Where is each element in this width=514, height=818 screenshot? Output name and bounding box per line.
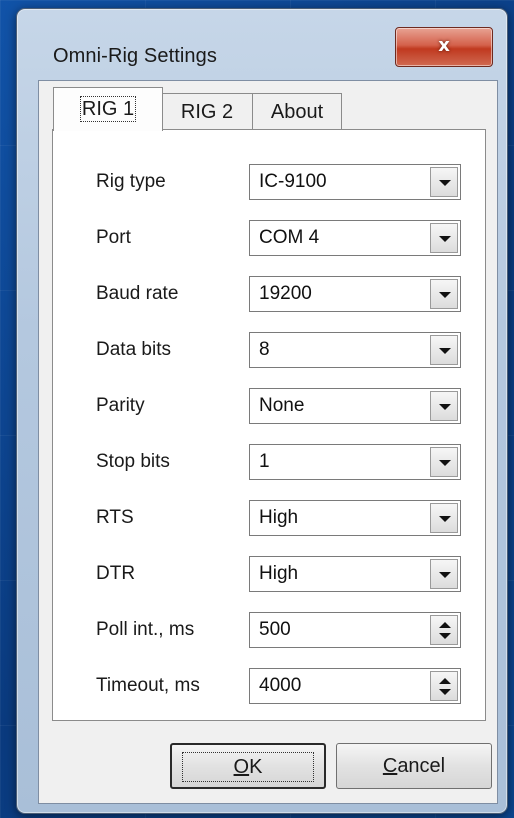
stop-bits-dropdown[interactable]: 1 xyxy=(249,444,461,480)
data-bits-dropdown[interactable]: 8 xyxy=(249,332,461,368)
chevron-down-icon[interactable] xyxy=(430,223,458,253)
rig-type-value: IC-9100 xyxy=(259,171,327,192)
spinner-arrows-icon[interactable] xyxy=(430,671,458,701)
tab-rig-2[interactable]: RIG 2 xyxy=(161,93,253,129)
rig-type-dropdown[interactable]: IC-9100 xyxy=(249,164,461,200)
chevron-down-icon[interactable] xyxy=(430,335,458,365)
timeout-row: Timeout, ms 4000 xyxy=(53,668,487,708)
rts-label: RTS xyxy=(96,507,134,528)
poll-interval-row: Poll int., ms 500 xyxy=(53,612,487,652)
dtr-row: DTR High xyxy=(53,556,487,596)
stop-bits-label: Stop bits xyxy=(96,451,170,472)
parity-label: Parity xyxy=(96,395,145,416)
data-bits-row: Data bits 8 xyxy=(53,332,487,372)
stop-bits-row: Stop bits 1 xyxy=(53,444,487,484)
dialog-client-area: RIG 1 RIG 2 About Rig type IC-9100 Port … xyxy=(38,80,498,804)
rts-row: RTS High xyxy=(53,500,487,540)
chevron-down-icon[interactable] xyxy=(430,503,458,533)
port-dropdown[interactable]: COM 4 xyxy=(249,220,461,256)
parity-row: Parity None xyxy=(53,388,487,428)
dtr-value: High xyxy=(259,563,299,584)
ok-button-label: OK xyxy=(181,752,315,782)
data-bits-value: 8 xyxy=(259,339,270,360)
cancel-button-label: Cancel xyxy=(382,755,446,777)
poll-interval-label: Poll int., ms xyxy=(96,619,195,640)
window-title: Omni-Rig Settings xyxy=(53,45,217,67)
timeout-value[interactable]: 4000 xyxy=(259,675,301,697)
baud-rate-row: Baud rate 19200 xyxy=(53,276,487,316)
tab-about[interactable]: About xyxy=(252,93,342,129)
chevron-down-icon[interactable] xyxy=(430,559,458,589)
dtr-dropdown[interactable]: High xyxy=(249,556,461,592)
ok-button[interactable]: OK xyxy=(170,743,326,789)
settings-dialog: Omni-Rig Settings x RIG 1 RIG 2 About Ri… xyxy=(16,8,508,814)
poll-interval-spinner[interactable]: 500 xyxy=(249,612,461,648)
chevron-down-icon[interactable] xyxy=(430,167,458,197)
chevron-down-icon[interactable] xyxy=(430,391,458,421)
parity-dropdown[interactable]: None xyxy=(249,388,461,424)
tab-rig-1-label: RIG 1 xyxy=(79,96,137,122)
tab-rig-1[interactable]: RIG 1 xyxy=(53,87,163,131)
poll-interval-value[interactable]: 500 xyxy=(259,619,291,641)
chevron-down-icon[interactable] xyxy=(430,447,458,477)
data-bits-label: Data bits xyxy=(96,339,171,360)
timeout-label: Timeout, ms xyxy=(96,675,200,696)
close-button[interactable]: x xyxy=(395,27,493,67)
cancel-button[interactable]: Cancel xyxy=(336,743,492,789)
baud-rate-dropdown[interactable]: 19200 xyxy=(249,276,461,312)
rts-dropdown[interactable]: High xyxy=(249,500,461,536)
stop-bits-value: 1 xyxy=(259,451,270,472)
rts-value: High xyxy=(259,507,299,528)
rig-type-label: Rig type xyxy=(96,171,166,192)
port-label: Port xyxy=(96,227,131,248)
port-row: Port COM 4 xyxy=(53,220,487,260)
dtr-label: DTR xyxy=(96,563,136,584)
chevron-down-icon[interactable] xyxy=(430,279,458,309)
timeout-spinner[interactable]: 4000 xyxy=(249,668,461,704)
close-icon: x xyxy=(438,35,450,56)
spinner-arrows-icon[interactable] xyxy=(430,615,458,645)
baud-rate-label: Baud rate xyxy=(96,283,179,304)
rig-type-row: Rig type IC-9100 xyxy=(53,164,487,204)
rig-1-settings-panel: Rig type IC-9100 Port COM 4 Baud rate 19… xyxy=(52,129,486,721)
tab-rig-2-label: RIG 2 xyxy=(180,101,234,123)
port-value: COM 4 xyxy=(259,227,320,248)
parity-value: None xyxy=(259,395,305,416)
baud-rate-value: 19200 xyxy=(259,283,312,304)
tab-about-label: About xyxy=(270,101,324,123)
